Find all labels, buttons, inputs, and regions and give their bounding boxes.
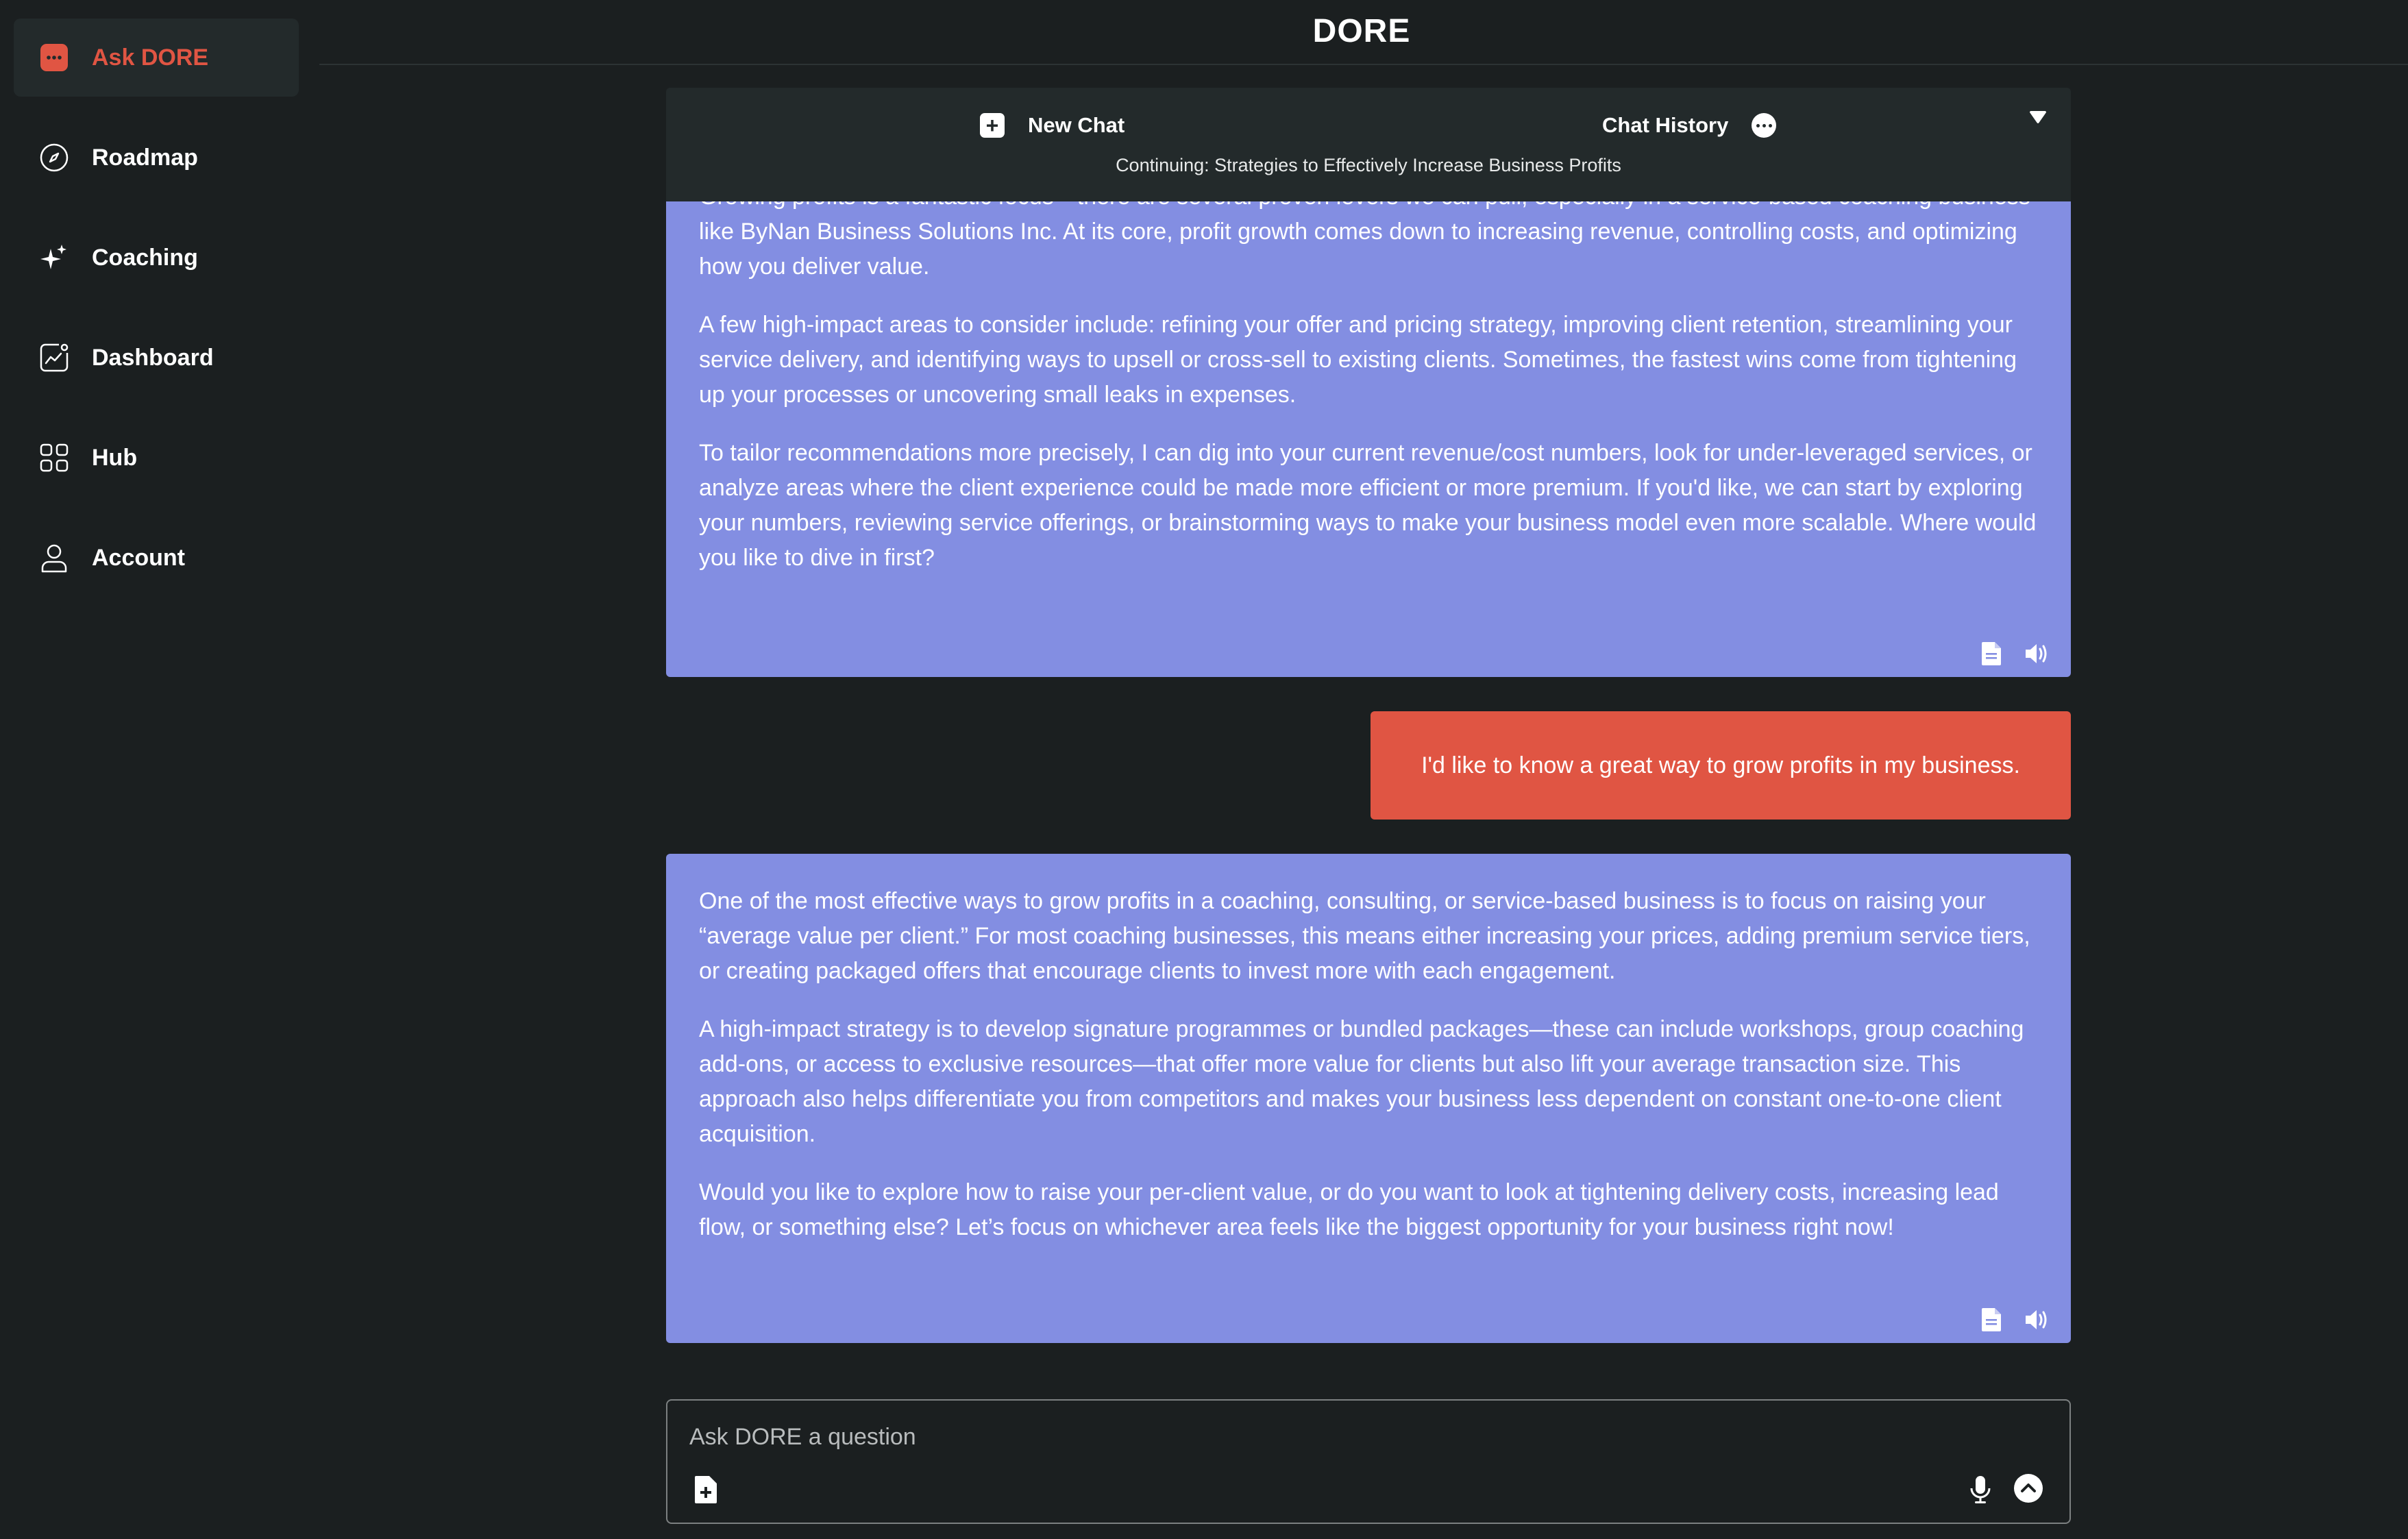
chat-subtitle: Continuing: Strategies to Effectively In… <box>1116 155 1621 175</box>
sidebar: Ask DORE Roadmap Coaching Dashboard Hub … <box>0 0 315 1539</box>
collapse-toolbar-button[interactable] <box>2026 106 2050 130</box>
message-paragraph: To tailor recommendations more precisely… <box>699 440 2037 571</box>
sidebar-item-label: Roadmap <box>92 144 198 171</box>
sidebar-item-ask-dore[interactable]: Ask DORE <box>14 19 299 97</box>
speaker-icon[interactable] <box>2023 1306 2050 1333</box>
user-message: I'd like to know a great way to grow pro… <box>1371 711 2071 820</box>
message-actions <box>1978 640 2050 667</box>
chat-bubble-icon <box>37 40 71 75</box>
microphone-icon[interactable] <box>1967 1475 1994 1505</box>
sidebar-item-coaching[interactable]: Coaching <box>14 219 299 297</box>
compass-icon <box>37 140 71 175</box>
assistant-message: Growing profits is a fantastic focus—the… <box>666 201 2071 677</box>
header-divider <box>319 64 2408 65</box>
plus-icon: + <box>980 113 1005 138</box>
caret-down-icon <box>2030 111 2046 123</box>
sidebar-item-label: Ask DORE <box>92 44 209 71</box>
page-title: DORE <box>1312 12 1411 49</box>
copy-document-icon[interactable] <box>1978 640 2005 667</box>
message-paragraph: Would you like to explore how to raise y… <box>699 1179 1999 1240</box>
sidebar-item-label: Coaching <box>92 244 198 271</box>
assistant-message: One of the most effective ways to grow p… <box>666 854 2071 1343</box>
sidebar-item-label: Dashboard <box>92 344 214 371</box>
chat-history-label: Chat History <box>1602 113 1729 137</box>
chat-area: + New Chat Chat History Continuing: Stra… <box>666 88 2071 1344</box>
chat-history-button[interactable]: Chat History <box>1602 108 1777 143</box>
message-paragraph: A few high-impact areas to consider incl… <box>699 312 2017 408</box>
sidebar-item-dashboard[interactable]: Dashboard <box>14 319 299 397</box>
new-chat-button[interactable]: + New Chat <box>980 108 1125 143</box>
speaker-icon[interactable] <box>2023 640 2050 667</box>
attach-file-icon[interactable] <box>692 1475 720 1505</box>
message-paragraph: A high-impact strategy is to develop sig… <box>699 1016 2024 1147</box>
chat-toolbar: + New Chat Chat History Continuing: Stra… <box>666 88 2071 201</box>
sidebar-item-label: Hub <box>92 444 138 471</box>
user-message-text: I'd like to know a great way to grow pro… <box>1421 752 2020 778</box>
message-paragraph: Growing profits is a fantastic focus—the… <box>699 201 2030 280</box>
chat-input-box <box>666 1399 2071 1524</box>
sidebar-item-hub[interactable]: Hub <box>14 419 299 497</box>
chat-input[interactable] <box>689 1420 1991 1454</box>
grid-icon <box>37 441 71 475</box>
new-chat-label: New Chat <box>1028 113 1125 137</box>
chart-icon <box>37 341 71 375</box>
user-icon <box>37 541 71 575</box>
message-paragraph: One of the most effective ways to grow p… <box>699 888 2030 984</box>
copy-document-icon[interactable] <box>1978 1306 2005 1333</box>
send-up-icon[interactable] <box>2013 1473 2043 1503</box>
sparkles-icon <box>37 241 71 275</box>
more-options-icon <box>1752 113 1777 138</box>
message-actions <box>1978 1306 2050 1333</box>
sidebar-item-roadmap[interactable]: Roadmap <box>14 119 299 197</box>
sidebar-item-account[interactable]: Account <box>14 519 299 597</box>
sidebar-item-label: Account <box>92 544 185 571</box>
